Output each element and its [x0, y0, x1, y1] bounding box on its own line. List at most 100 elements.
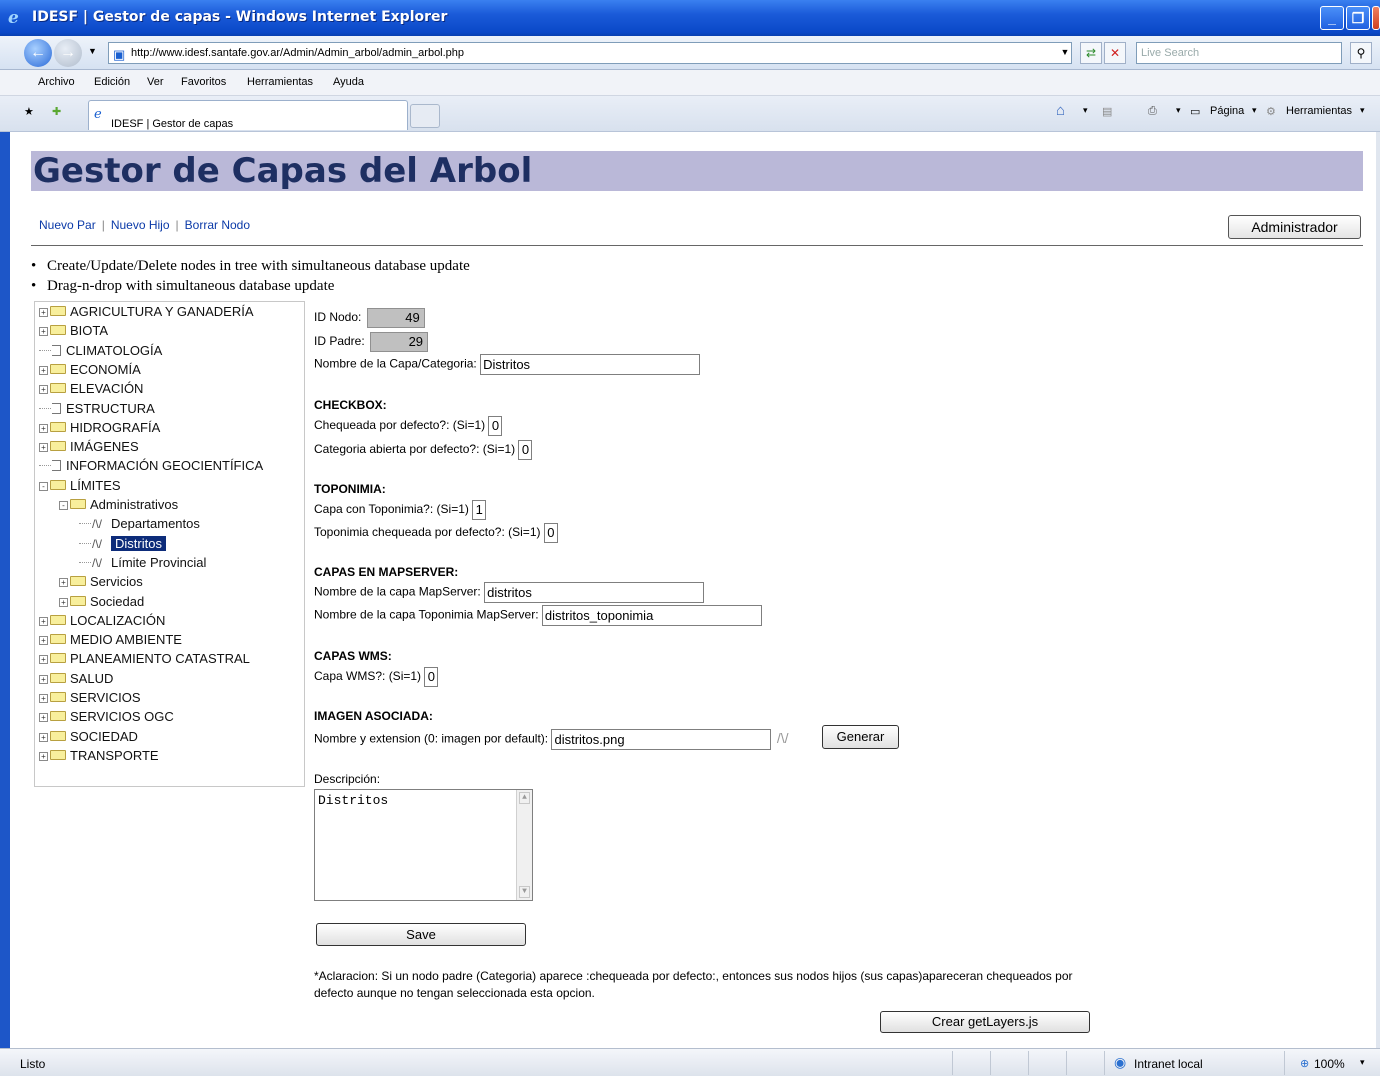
- expand-icon[interactable]: +: [39, 732, 48, 742]
- home-icon[interactable]: ⌂: [1056, 102, 1065, 119]
- forward-button[interactable]: →: [54, 39, 82, 67]
- tab-idesf[interactable]: e IDESF | Gestor de capas: [88, 100, 408, 130]
- administrador-button[interactable]: Administrador: [1228, 215, 1361, 239]
- zoom-dropdown-icon[interactable]: ▾: [1360, 1057, 1365, 1068]
- tree-node[interactable]: + AGRICULTURA Y GANADERÍA: [39, 304, 254, 322]
- expand-icon[interactable]: +: [39, 327, 48, 337]
- tree-node[interactable]: CLIMATOLOGÍA: [39, 343, 162, 361]
- feeds-icon[interactable]: ▤: [1102, 105, 1112, 118]
- generar-button[interactable]: Generar: [822, 725, 899, 749]
- folder-icon: [50, 325, 66, 336]
- tree-node[interactable]: + SALUD: [39, 671, 113, 689]
- save-button[interactable]: Save: [316, 923, 526, 946]
- print-icon[interactable]: ⎙: [1148, 105, 1157, 118]
- tree-node[interactable]: - Administrativos: [59, 497, 178, 515]
- tree-node[interactable]: /\/ Departamentos: [79, 516, 200, 534]
- crear-getlayers-button[interactable]: Crear getLayers.js: [880, 1011, 1090, 1033]
- tree-node[interactable]: + HIDROGRAFÍA: [39, 420, 160, 438]
- expand-icon[interactable]: +: [39, 751, 48, 761]
- scroll-up-icon[interactable]: ▲: [519, 792, 530, 804]
- expand-icon[interactable]: +: [39, 713, 48, 723]
- tree-node[interactable]: + SERVICIOS OGC: [39, 709, 174, 727]
- new-tab-button[interactable]: [410, 104, 440, 128]
- refresh-icon[interactable]: ⇄: [1080, 42, 1102, 64]
- expand-icon[interactable]: +: [39, 365, 48, 375]
- favorites-star-icon[interactable]: ★: [24, 105, 34, 118]
- topo-cheq-input[interactable]: 0: [543, 523, 558, 543]
- tree-node[interactable]: + ELEVACIÓN: [39, 381, 143, 399]
- tree-node[interactable]: ESTRUCTURA: [39, 401, 155, 419]
- descripcion-textarea[interactable]: Distritos ▲ ▼: [314, 789, 533, 901]
- tree-node[interactable]: + Servicios: [59, 574, 143, 592]
- nuevo-par-link[interactable]: Nuevo Par: [39, 218, 96, 232]
- tree-node[interactable]: + SERVICIOS: [39, 690, 141, 708]
- expand-icon[interactable]: +: [59, 578, 68, 588]
- tree-node[interactable]: + ECONOMÍA: [39, 362, 141, 380]
- chequeada-input[interactable]: 0: [488, 416, 503, 436]
- tree-node[interactable]: - LÍMITES: [39, 478, 121, 496]
- tree-node[interactable]: INFORMACIÓN GEOCIENTÍFICA: [39, 458, 263, 476]
- expand-icon[interactable]: +: [39, 443, 48, 453]
- tools-menu[interactable]: Herramientas: [1286, 105, 1352, 117]
- expand-icon[interactable]: +: [39, 636, 48, 646]
- close-button[interactable]: [1372, 6, 1380, 30]
- zoom-level[interactable]: 100%: [1314, 1057, 1345, 1071]
- textarea-scrollbar[interactable]: ▲ ▼: [516, 790, 532, 900]
- expand-icon[interactable]: +: [59, 597, 68, 607]
- restore-button[interactable]: ❐: [1346, 6, 1370, 30]
- menu-ver[interactable]: Ver: [147, 76, 164, 88]
- expand-icon[interactable]: +: [39, 385, 48, 395]
- stop-icon[interactable]: ✕: [1104, 42, 1126, 64]
- expand-icon[interactable]: +: [39, 655, 48, 665]
- tree-node[interactable]: + MEDIO AMBIENTE: [39, 632, 182, 650]
- vertical-scrollbar[interactable]: [1376, 132, 1380, 1048]
- menu-ayuda[interactable]: Ayuda: [333, 76, 364, 88]
- borrar-nodo-link[interactable]: Borrar Nodo: [185, 218, 250, 232]
- abierta-input[interactable]: 0: [518, 440, 533, 460]
- menu-edicion[interactable]: Edición: [94, 76, 130, 88]
- collapse-icon[interactable]: -: [59, 501, 68, 510]
- page-menu[interactable]: Página: [1210, 105, 1244, 117]
- imagen-input[interactable]: distritos.png: [551, 729, 772, 750]
- tree-node[interactable]: + Sociedad: [59, 594, 144, 612]
- tools-dropdown-icon[interactable]: ▾: [1360, 105, 1365, 116]
- minimize-button[interactable]: _: [1320, 6, 1344, 30]
- expand-icon[interactable]: +: [39, 423, 48, 433]
- url-input[interactable]: ▣ http://www.idesf.santafe.gov.ar/Admin/…: [108, 42, 1072, 64]
- zoom-icon[interactable]: ⊕: [1300, 1057, 1309, 1070]
- capa-topo-input[interactable]: 1: [472, 500, 487, 520]
- wms-input[interactable]: 0: [424, 667, 439, 687]
- scroll-down-icon[interactable]: ▼: [519, 886, 530, 898]
- page-dropdown-icon[interactable]: ▾: [1252, 105, 1257, 116]
- tree-node[interactable]: + PLANEAMIENTO CATASTRAL: [39, 651, 250, 669]
- search-icon[interactable]: ⚲: [1350, 42, 1372, 64]
- expand-icon[interactable]: +: [39, 694, 48, 703]
- ms-topo-input[interactable]: distritos_toponimia: [541, 605, 762, 626]
- nuevo-hijo-link[interactable]: Nuevo Hijo: [111, 218, 170, 232]
- expand-icon[interactable]: +: [39, 308, 48, 317]
- collapse-icon[interactable]: -: [39, 481, 48, 491]
- home-dropdown-icon[interactable]: ▾: [1083, 105, 1088, 116]
- menu-herramientas[interactable]: Herramientas: [247, 76, 313, 88]
- tree-node[interactable]: + TRANSPORTE: [39, 748, 159, 766]
- tree-node[interactable]: + BIOTA: [39, 323, 108, 341]
- search-input[interactable]: Live Search: [1136, 42, 1342, 64]
- tree-node[interactable]: /\/ Límite Provincial: [79, 555, 206, 573]
- back-button[interactable]: ←: [24, 39, 52, 67]
- tree-node[interactable]: + IMÁGENES: [39, 439, 139, 457]
- tree-node[interactable]: /\/ Distritos: [79, 535, 166, 554]
- tree-node[interactable]: + SOCIEDAD: [39, 729, 138, 747]
- menu-archivo[interactable]: Archivo: [38, 76, 75, 88]
- ms-capa-input[interactable]: distritos: [484, 582, 705, 603]
- expand-icon[interactable]: +: [39, 616, 48, 626]
- tree-node[interactable]: + LOCALIZACIÓN: [39, 613, 165, 631]
- print-dropdown-icon[interactable]: ▾: [1176, 105, 1181, 116]
- layer-preview-icon: /\/: [776, 729, 789, 746]
- history-dropdown-icon[interactable]: ▼: [88, 46, 97, 56]
- expand-icon[interactable]: +: [39, 674, 48, 684]
- menu-favoritos[interactable]: Favoritos: [181, 76, 226, 88]
- add-favorite-icon[interactable]: ✚: [52, 105, 61, 118]
- url-dropdown-icon[interactable]: ▼: [1054, 42, 1076, 64]
- nombre-input[interactable]: Distritos: [480, 354, 701, 375]
- tree-line: [79, 542, 91, 544]
